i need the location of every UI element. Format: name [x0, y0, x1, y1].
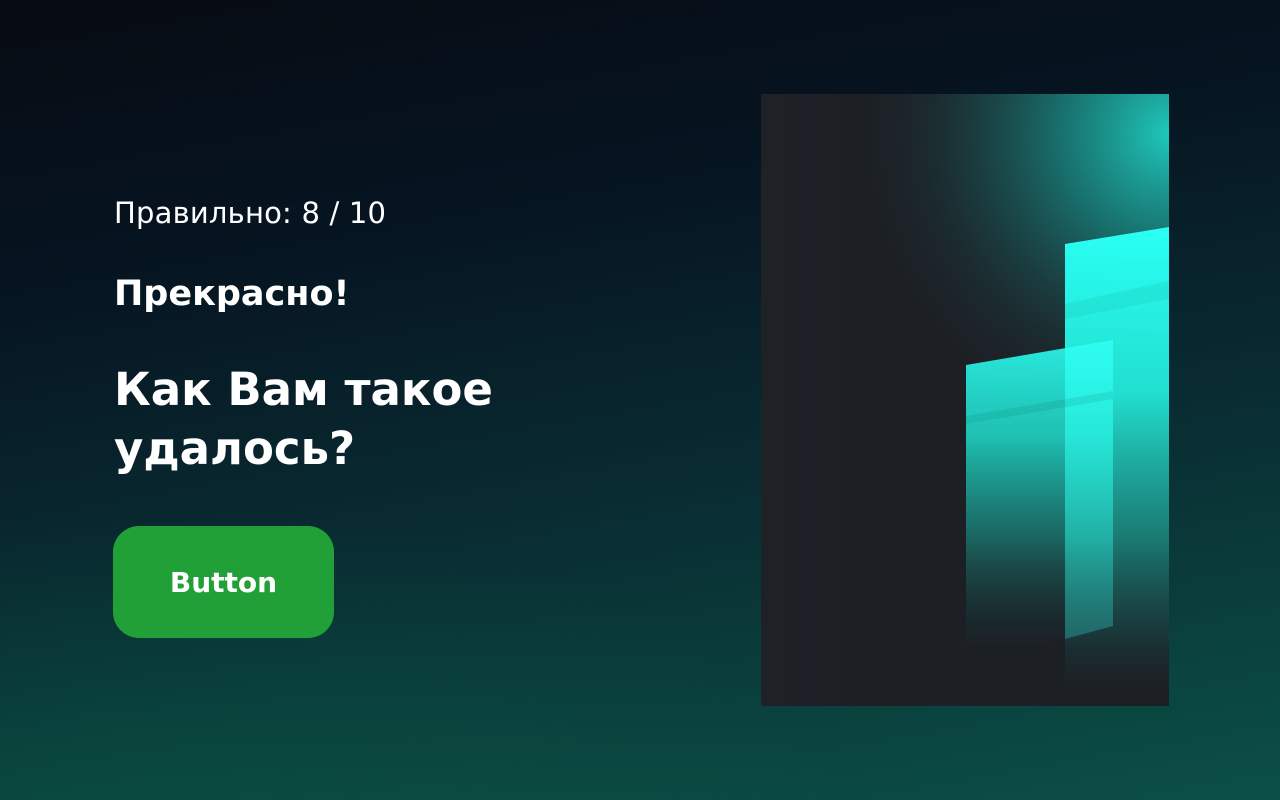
score-label: Правильно: 8 / 10	[114, 196, 387, 230]
result-panel: Правильно: 8 / 10 Прекрасно! Как Вам так…	[113, 0, 674, 800]
action-button[interactable]: Button	[113, 526, 334, 638]
teal-bars-illustration	[761, 94, 1169, 706]
question-heading: Как Вам такое удалось?	[114, 363, 493, 475]
praise-heading: Прекрасно!	[114, 274, 350, 314]
